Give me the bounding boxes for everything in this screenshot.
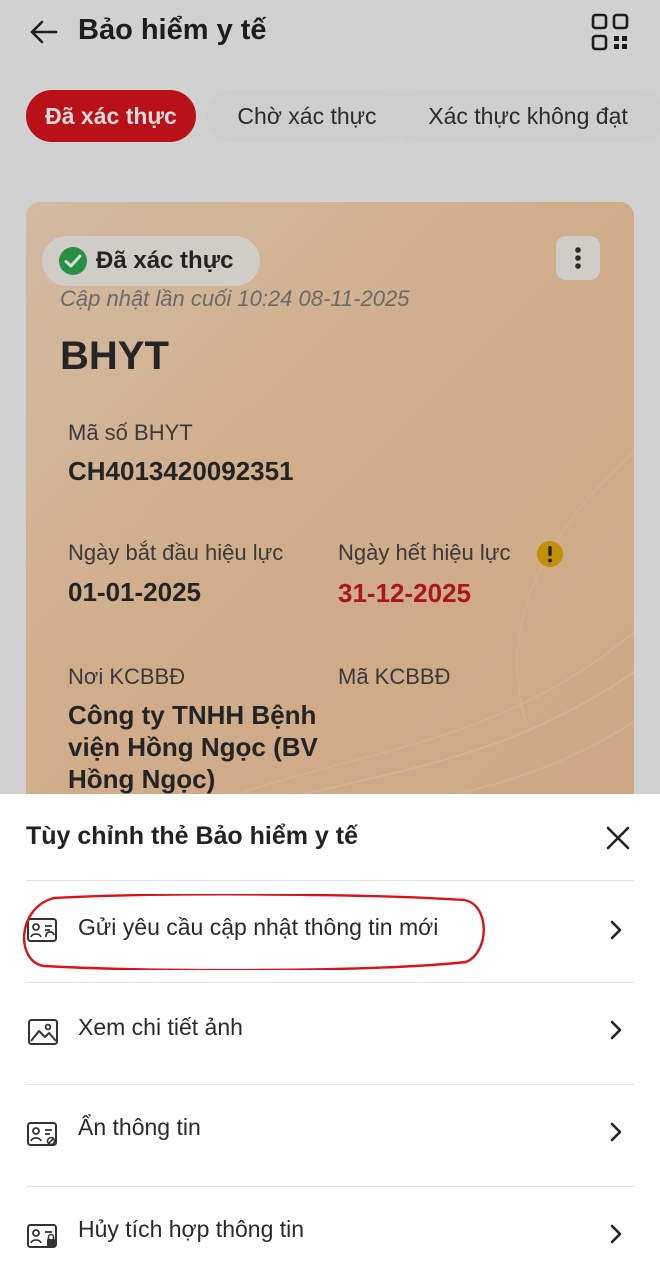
bottom-sheet: Tùy chỉnh thẻ Bảo hiểm y tế Gửi yêu cầu … bbox=[0, 794, 660, 1287]
menu-item-label: Ẩn thông tin bbox=[78, 1114, 201, 1140]
menu-item-unlink-info[interactable]: Hủy tích hợp thông tin bbox=[26, 1186, 634, 1287]
close-icon[interactable] bbox=[598, 818, 638, 858]
chevron-right-icon bbox=[610, 920, 622, 940]
menu-item-hide-info[interactable]: Ẩn thông tin bbox=[26, 1084, 634, 1186]
menu-item-label: Hủy tích hợp thông tin bbox=[78, 1216, 305, 1242]
chevron-right-icon bbox=[610, 1224, 622, 1244]
chevron-right-icon bbox=[610, 1122, 622, 1142]
id-card-hide-icon bbox=[27, 1122, 57, 1146]
menu-item-label: Xem chi tiết ảnh bbox=[78, 1014, 243, 1040]
chevron-right-icon bbox=[610, 1020, 622, 1040]
image-icon bbox=[28, 1019, 58, 1045]
highlight-annotation bbox=[23, 894, 485, 970]
menu-item-view-image[interactable]: Xem chi tiết ảnh bbox=[26, 982, 634, 1084]
sheet-title: Tùy chỉnh thẻ Bảo hiểm y tế bbox=[26, 822, 358, 850]
id-card-lock-icon bbox=[27, 1224, 57, 1248]
